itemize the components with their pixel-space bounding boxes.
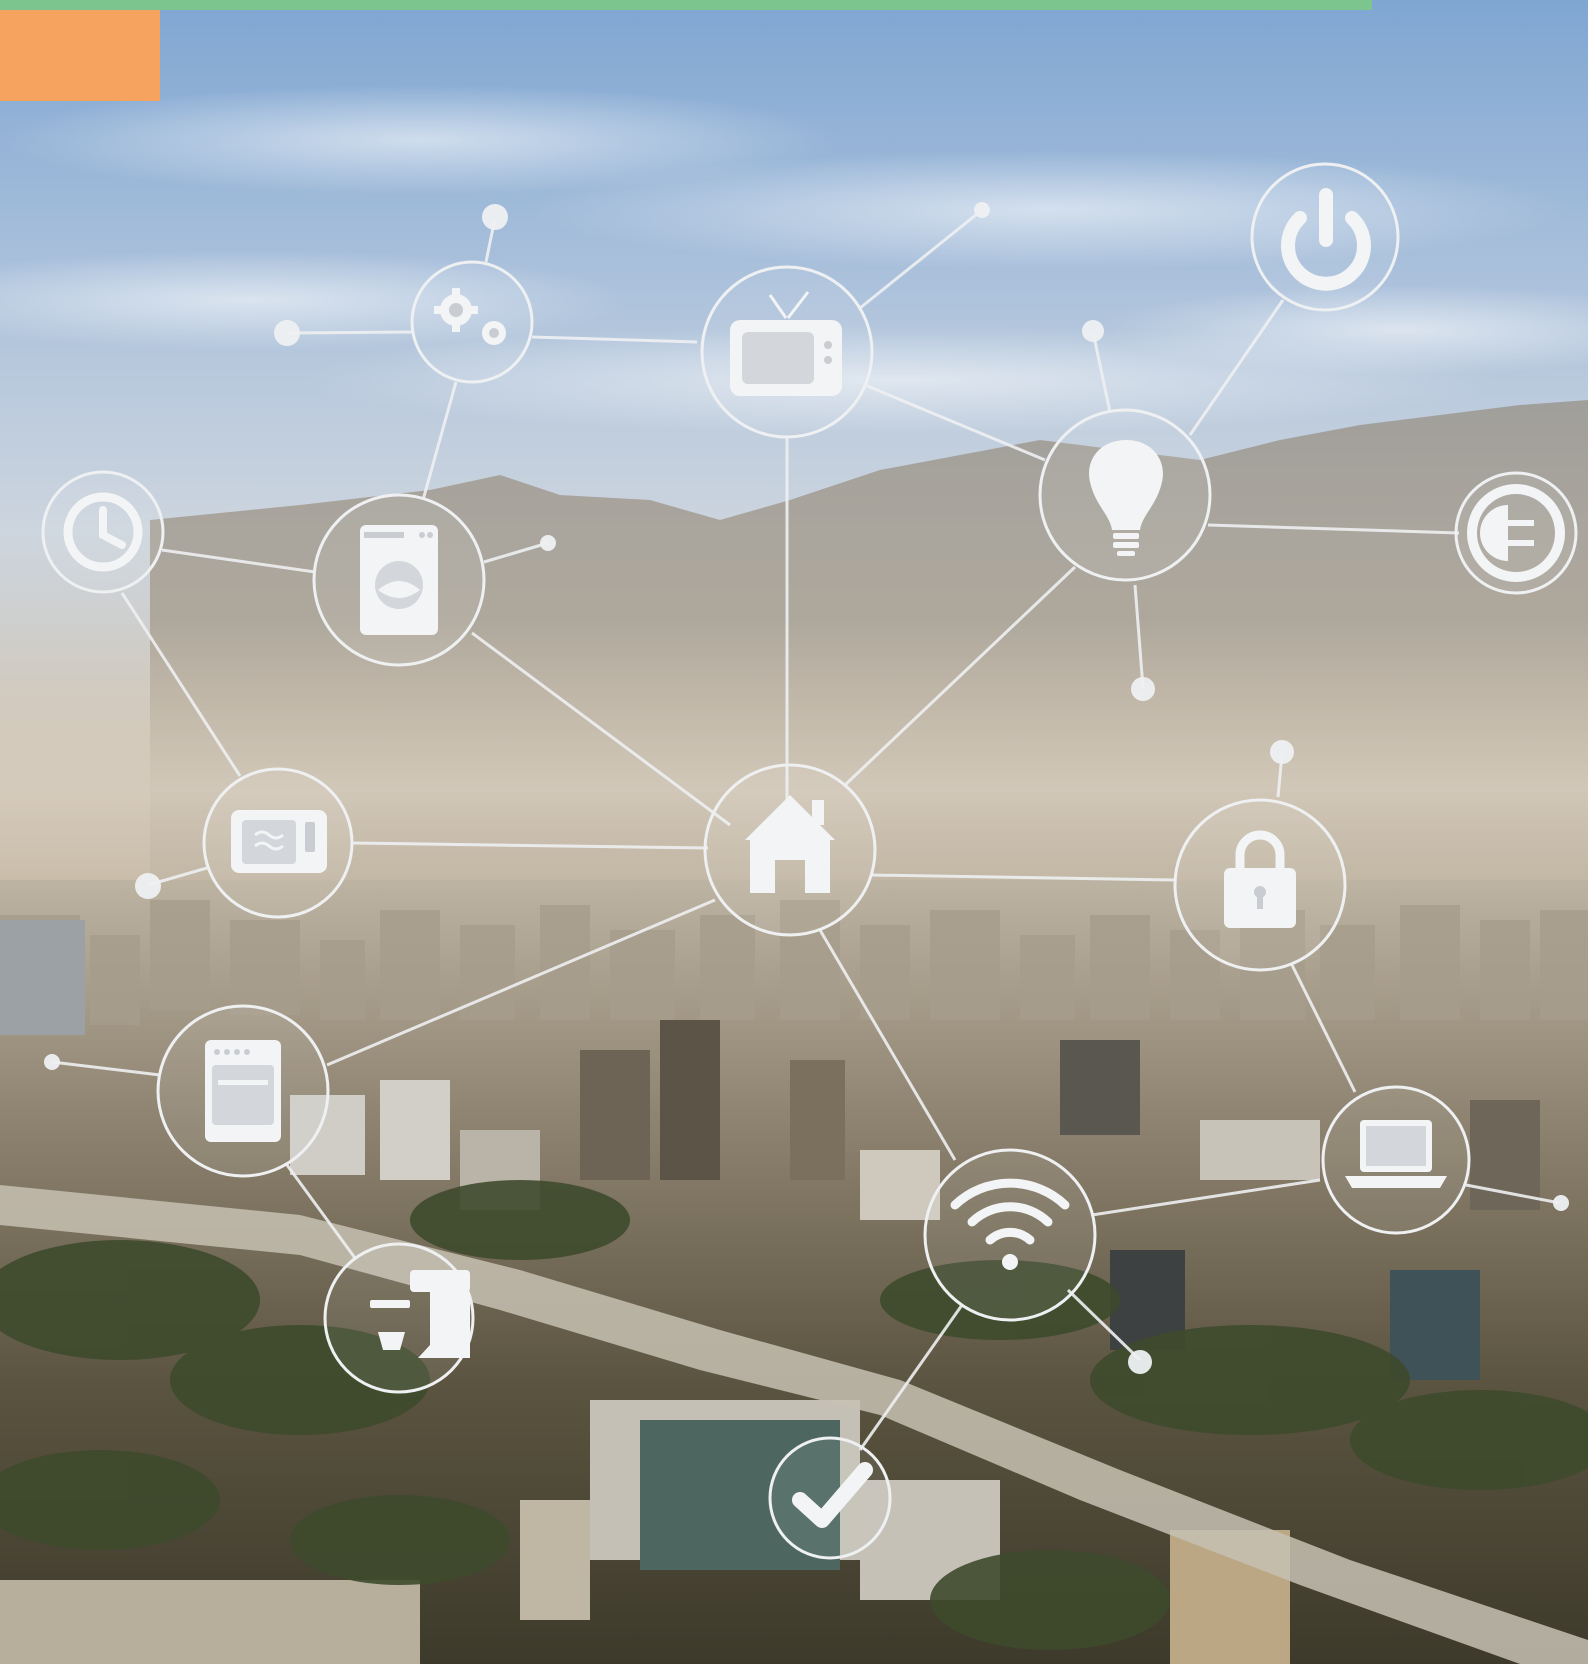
corner-accent-block: [0, 10, 160, 101]
top-accent-bar: [0, 0, 1372, 10]
microwave-icon: [231, 810, 327, 873]
laptop-icon: [1345, 1120, 1447, 1188]
smart-city-illustration: [0, 0, 1588, 1664]
oven-icon: [205, 1040, 281, 1142]
smart-home-network-scene: [0, 0, 1588, 1664]
washing-machine-icon: [360, 525, 438, 635]
